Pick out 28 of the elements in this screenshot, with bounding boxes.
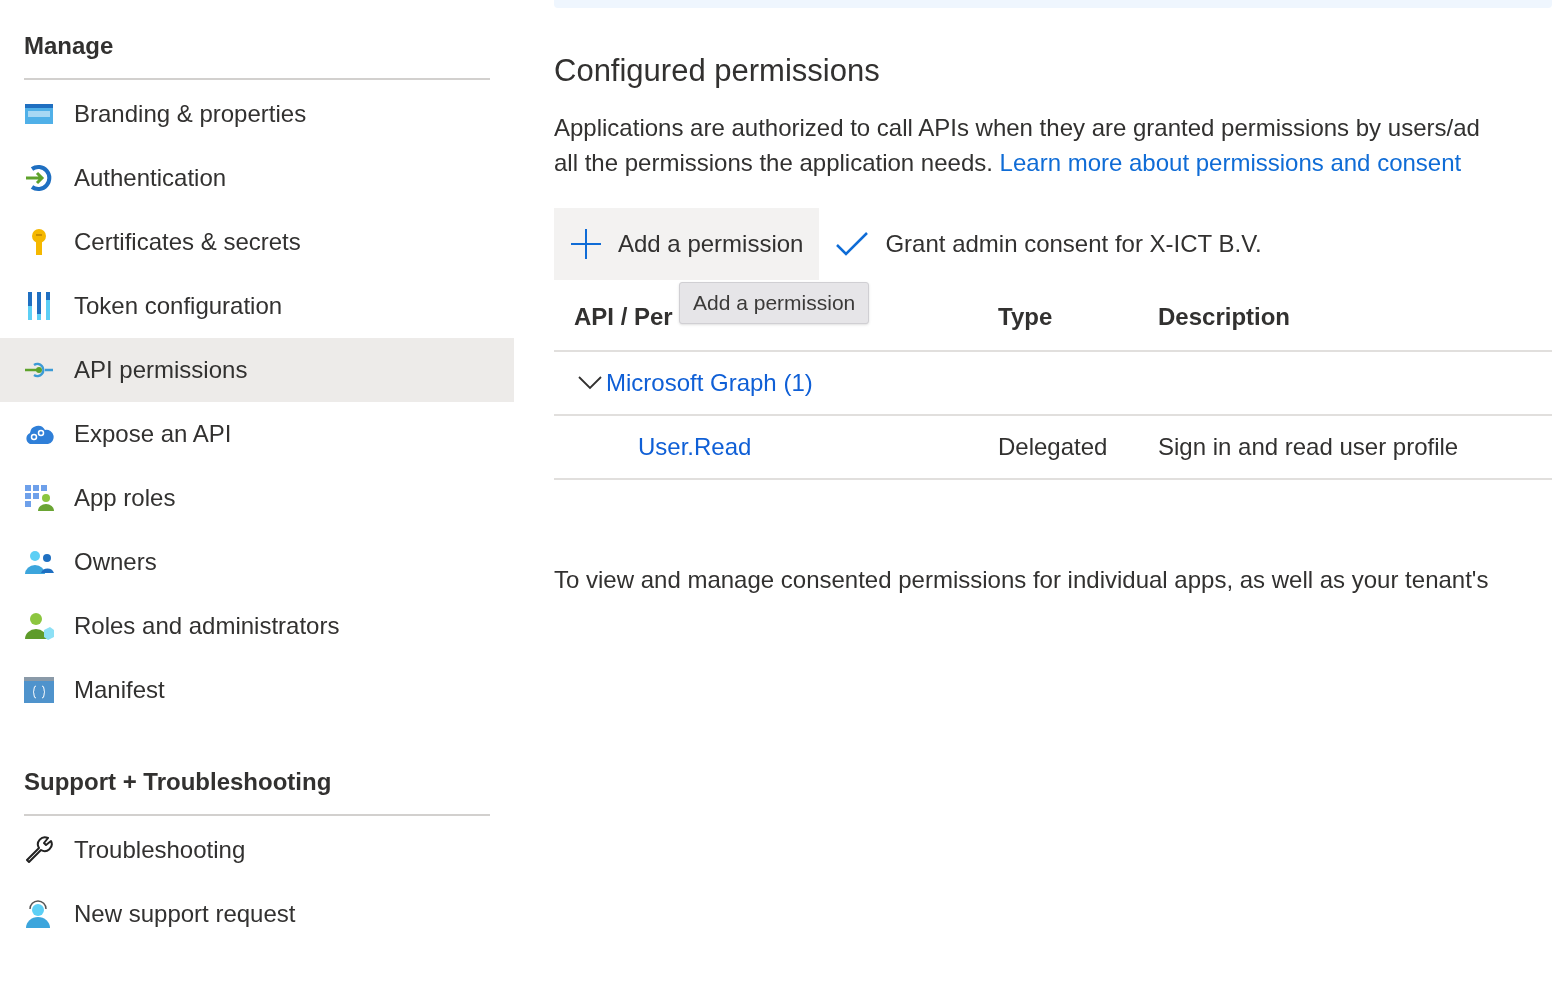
person-cube-icon (24, 612, 54, 640)
table-cell-text: Delegated (998, 432, 1109, 462)
nav-item[interactable]: API permissions (0, 338, 514, 402)
learn-more-link[interactable]: Learn more about permissions and consent (999, 149, 1462, 176)
permission-link[interactable]: User.Read (638, 433, 752, 460)
chevron-down-icon[interactable] (578, 376, 602, 390)
checkmark-icon (835, 231, 870, 257)
column-header: Description (1158, 303, 1291, 330)
section-title: Configured permissions (554, 52, 881, 90)
column-header: API / Per (574, 303, 673, 330)
grid-person-icon (24, 484, 54, 512)
plus-icon (570, 228, 602, 260)
wrench-icon (24, 835, 54, 865)
browser-window-icon (24, 102, 54, 126)
description-text: Applications are authorized to call APIs when they are granted permissions by users/ad all the permissions the application needs. Learn more about permissions and consent (554, 113, 1481, 178)
support-person-icon (24, 899, 52, 929)
add-permission-button[interactable]: Add a permission (554, 208, 820, 280)
tooltip: Add a permission (679, 282, 870, 324)
column-header: Type (998, 303, 1053, 330)
connector-icon (24, 362, 54, 378)
section-heading: Support + Troubleshooting (24, 768, 332, 795)
section-heading: Manage (24, 32, 114, 59)
people-icon (24, 549, 54, 575)
table-cell-text: Sign in and read user profile (1158, 432, 1460, 462)
sign-in-arrow-icon (24, 163, 54, 193)
info-text: To view and manage consented permissions for individual apps, as well as your tenant's (554, 565, 1490, 595)
api-group-link[interactable]: Microsoft Graph (1) (606, 365, 813, 401)
code-file-icon (24, 677, 54, 703)
